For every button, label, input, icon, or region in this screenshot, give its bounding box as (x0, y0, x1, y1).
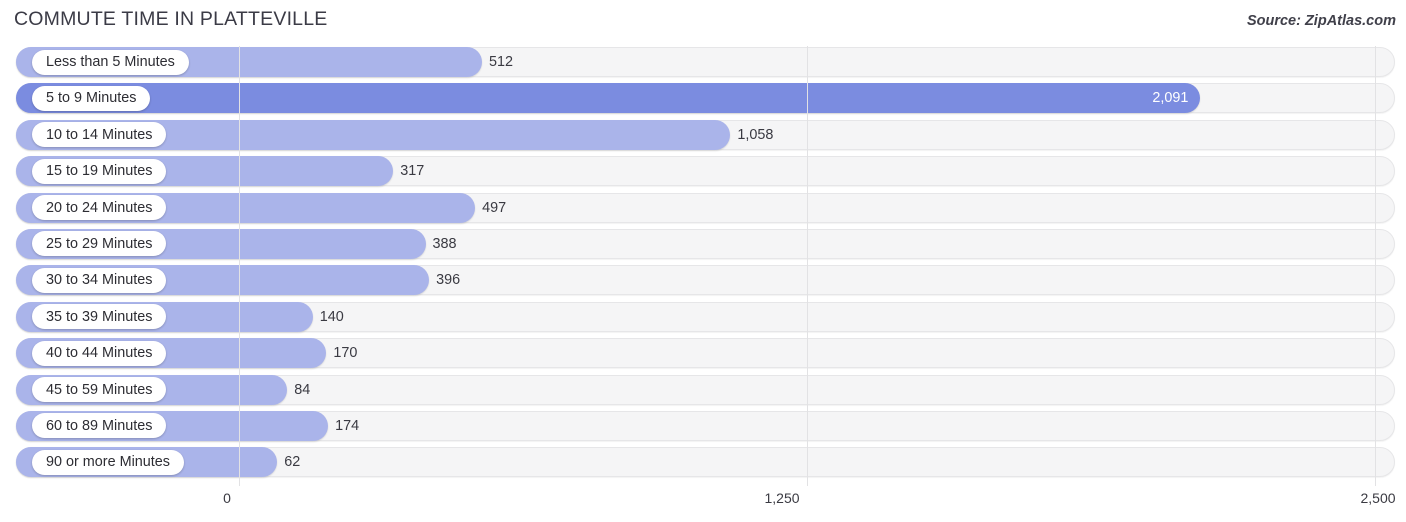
chart-page: COMMUTE TIME IN PLATTEVILLE Source: ZipA… (0, 0, 1406, 522)
bar-value-label: 317 (400, 163, 425, 180)
plot-area: Less than 5 Minutes 512 5 to 9 Minutes 2,09… (0, 46, 1406, 486)
x-axis-tick: 1,250 (764, 490, 800, 506)
bar-row[interactable]: 90 or more Minutes 62 (0, 446, 1406, 480)
bar-category-label: 45 to 59 Minutes (32, 377, 167, 403)
bar-category-label: 20 to 24 Minutes (32, 195, 167, 221)
page-title: COMMUTE TIME IN PLATTEVILLE (14, 8, 328, 30)
bar-category-label: 5 to 9 Minutes (32, 85, 151, 111)
bar-value-label: 140 (319, 308, 344, 325)
bar-category-label: 25 to 29 Minutes (32, 231, 167, 257)
bar-value-label: 2,091 (1152, 90, 1189, 107)
bar-value-label: 1,058 (737, 126, 774, 143)
bar-value-label: 388 (432, 235, 457, 252)
bar-value-label: 84 (294, 381, 311, 398)
bar-category-label: Less than 5 Minutes (32, 49, 189, 75)
bar-row[interactable]: 45 to 59 Minutes 84 (0, 374, 1406, 408)
bar-category-label: 15 to 19 Minutes (32, 158, 167, 184)
source-attribution: Source: ZipAtlas.com (1246, 13, 1396, 29)
bar-value-label: 174 (335, 417, 360, 434)
bar-rows: Less than 5 Minutes 512 5 to 9 Minutes 2,09… (0, 46, 1406, 486)
x-axis: 0 1,250 2,500 (0, 486, 1406, 522)
bar-row[interactable]: 60 to 89 Minutes 174 (0, 410, 1406, 444)
bar-row[interactable]: 25 to 29 Minutes 388 (0, 228, 1406, 262)
bar-row[interactable]: Less than 5 Minutes 512 (0, 46, 1406, 80)
bar-row[interactable]: 5 to 9 Minutes 2,091 (0, 82, 1406, 116)
bar-row[interactable]: 15 to 19 Minutes 317 (0, 155, 1406, 189)
bar-value-label: 396 (436, 272, 461, 289)
bar-category-label: 10 to 14 Minutes (32, 122, 167, 148)
bar-category-label: 90 or more Minutes (32, 449, 184, 475)
bar-row[interactable]: 20 to 24 Minutes 497 (0, 192, 1406, 226)
bar-category-label: 60 to 89 Minutes (32, 413, 167, 439)
bar-row[interactable]: 35 to 39 Minutes 140 (0, 301, 1406, 335)
bar-value-label: 170 (333, 345, 358, 362)
x-axis-tick: 2,500 (1360, 490, 1396, 506)
bar-value-label: 497 (482, 199, 507, 216)
bar-value-label: 512 (488, 54, 513, 70)
bar-fill[interactable] (16, 83, 1201, 114)
chart-header: COMMUTE TIME IN PLATTEVILLE Source: ZipA… (0, 0, 1406, 46)
bar-value-label: 62 (284, 454, 301, 471)
x-axis-tick: 0 (223, 490, 231, 506)
bar-category-label: 35 to 39 Minutes (32, 304, 167, 330)
bar-category-label: 40 to 44 Minutes (32, 340, 167, 366)
bar-row[interactable]: 40 to 44 Minutes 170 (0, 337, 1406, 371)
bar-row[interactable]: 10 to 14 Minutes 1,058 (0, 119, 1406, 153)
bar-row[interactable]: 30 to 34 Minutes 396 (0, 264, 1406, 298)
bar-category-label: 30 to 34 Minutes (32, 267, 167, 293)
